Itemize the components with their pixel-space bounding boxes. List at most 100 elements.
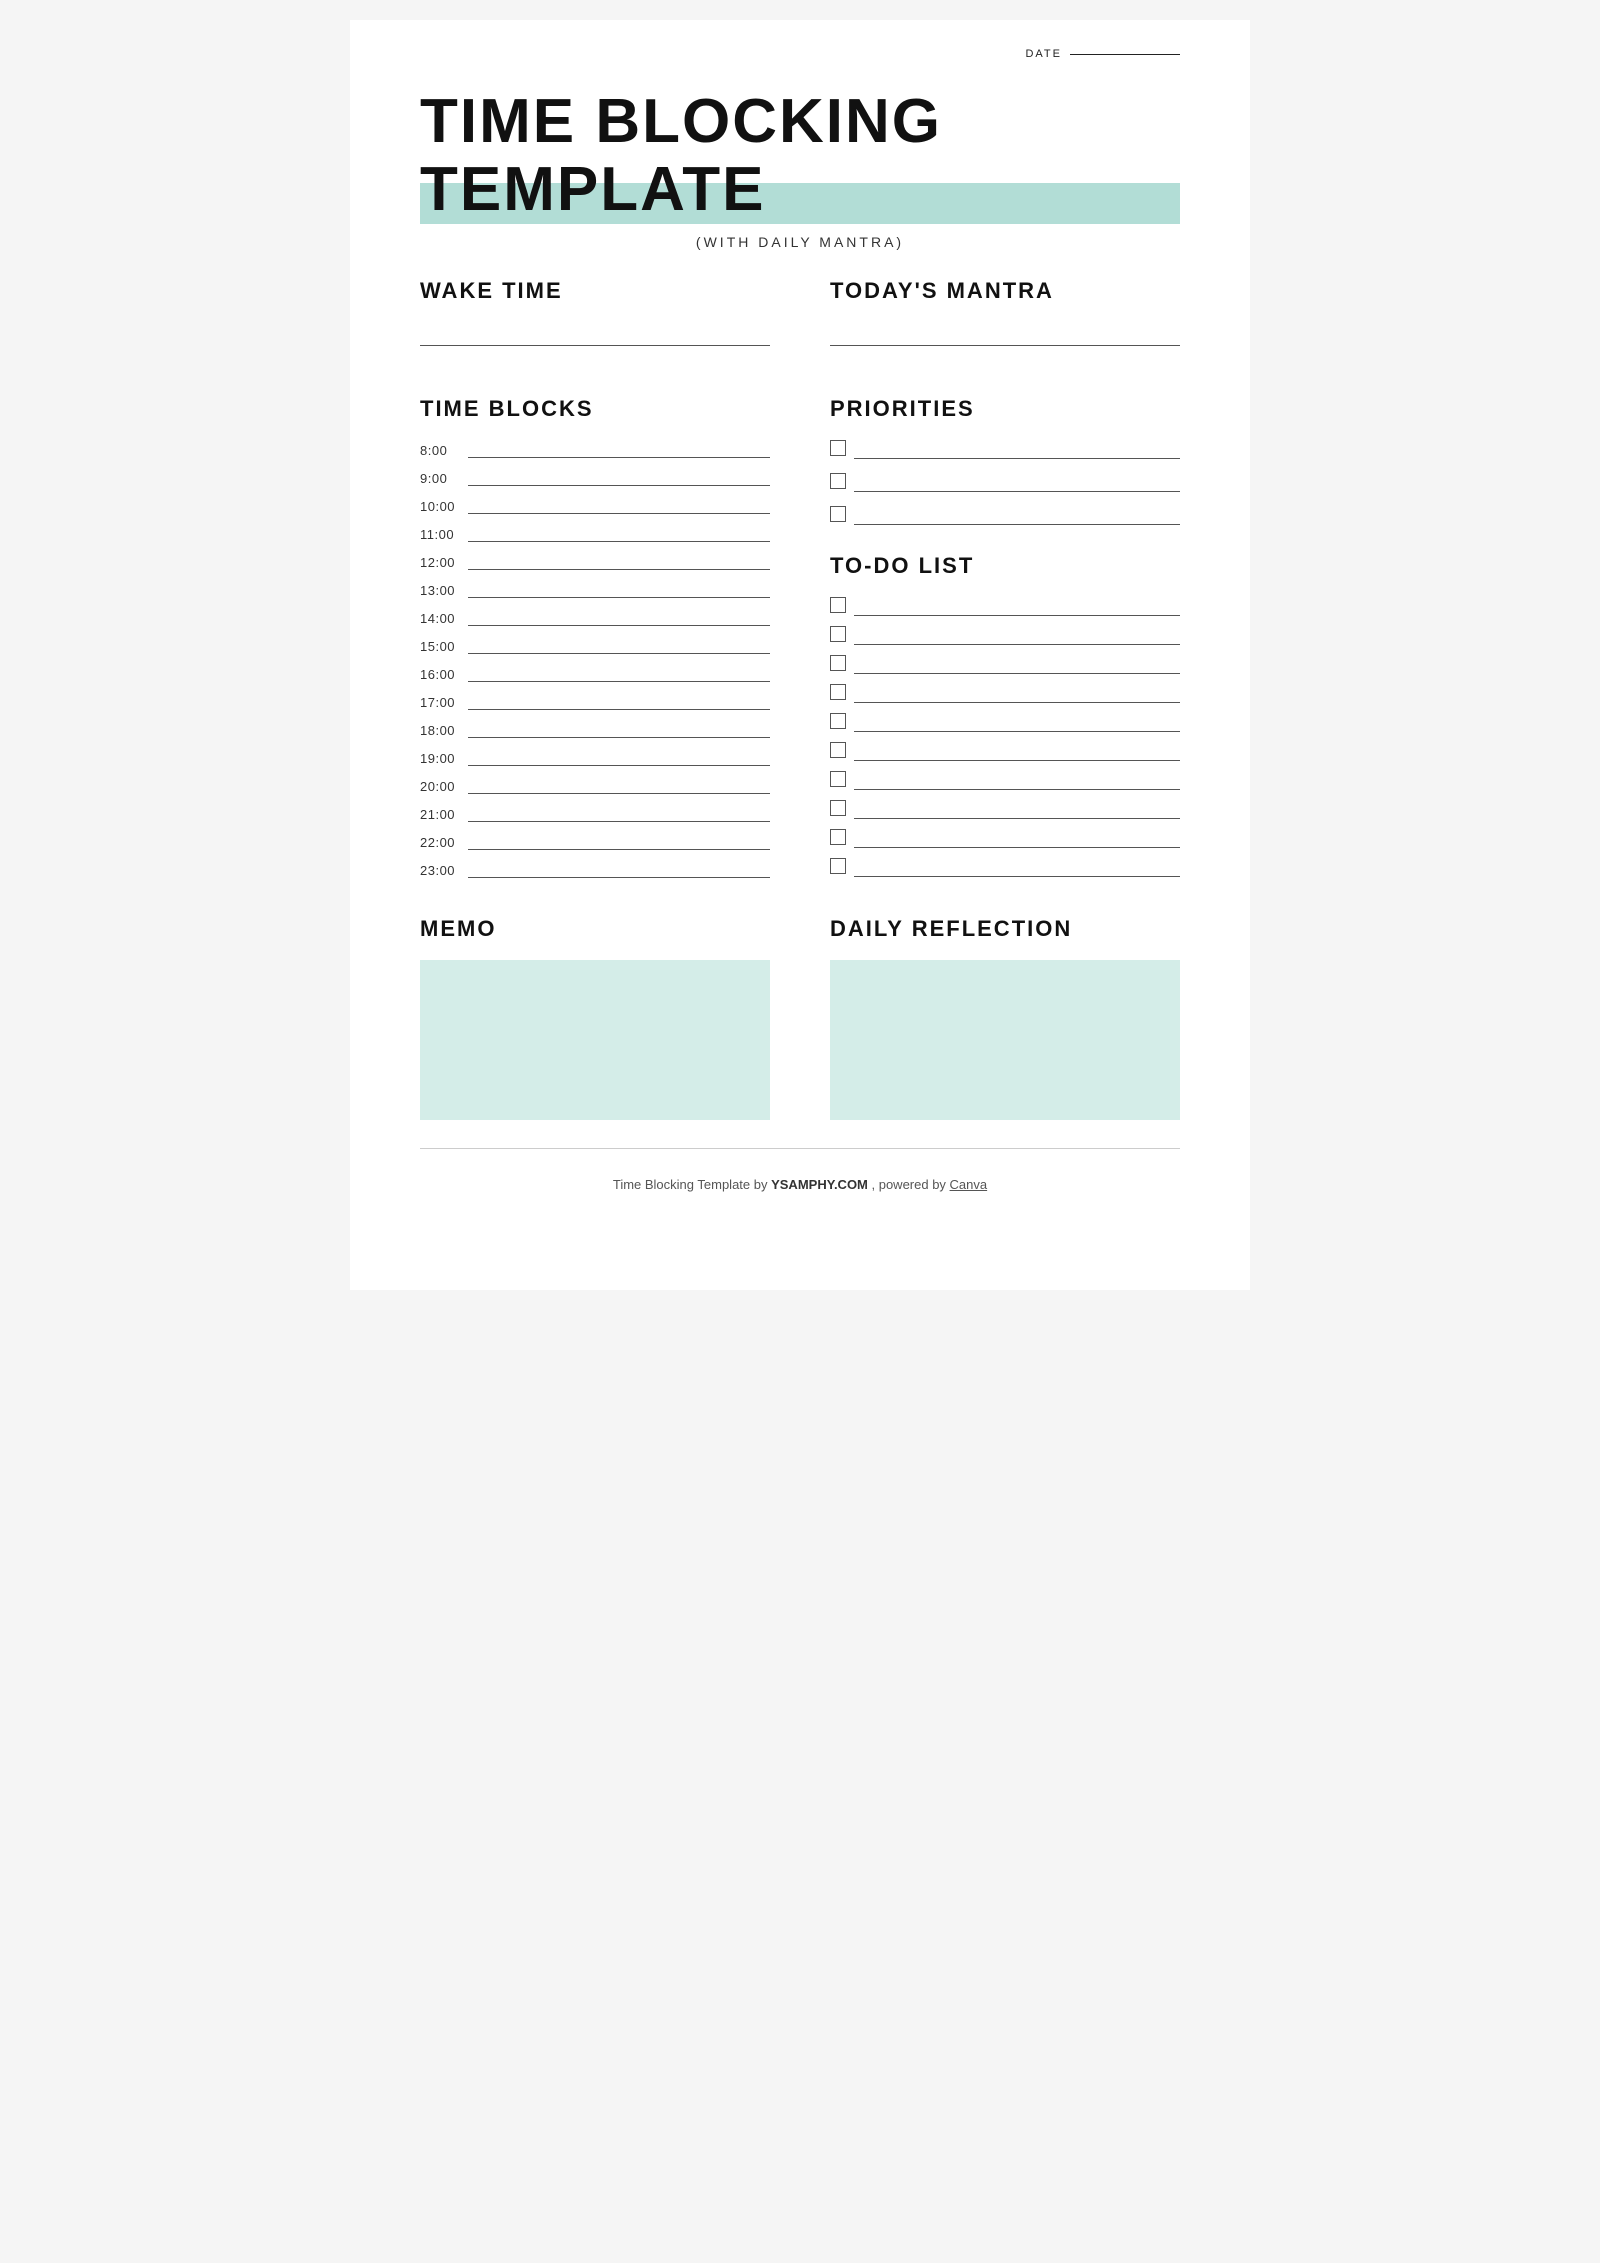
time-blocks-section: TIME BLOCKS 8:00 9:00 10:00 11:00 12:00 … [420,396,770,888]
memo-section: MEMO [420,916,770,1120]
priority-row [830,473,1180,492]
todo-row [830,655,1180,674]
time-line-field[interactable] [468,664,770,682]
todo-checkbox[interactable] [830,742,846,758]
bottom-sections: MEMO DAILY REFLECTION [420,916,1180,1120]
priority-checkbox[interactable] [830,506,846,522]
time-row: 22:00 [420,832,770,850]
page-title: TIME BLOCKING TEMPLATE [420,88,1180,224]
todo-row [830,742,1180,761]
todo-row [830,597,1180,616]
time-line-field[interactable] [468,496,770,514]
date-label: DATE [1025,48,1062,60]
priorities-section: PRIORITIES [830,396,1180,525]
footer-text-before: Time Blocking Template by [613,1177,771,1192]
footer-divider [420,1148,1180,1149]
time-line-field[interactable] [468,524,770,542]
todo-checkbox[interactable] [830,597,846,613]
todo-checkbox[interactable] [830,800,846,816]
todo-row [830,800,1180,819]
date-section: DATE [1025,48,1180,60]
time-label: 12:00 [420,555,460,570]
time-label: 9:00 [420,471,460,486]
todo-line[interactable] [854,772,1180,790]
todo-line[interactable] [854,743,1180,761]
todo-line[interactable] [854,656,1180,674]
time-line-field[interactable] [468,720,770,738]
time-line-field[interactable] [468,636,770,654]
footer: Time Blocking Template by YSAMPHY.COM , … [420,1177,1180,1192]
todo-label: TO-DO LIST [830,553,1180,579]
time-row: 21:00 [420,804,770,822]
time-line-field[interactable] [468,552,770,570]
time-line-field[interactable] [468,580,770,598]
todo-checkbox[interactable] [830,771,846,787]
time-label: 22:00 [420,835,460,850]
time-row: 12:00 [420,552,770,570]
time-line-field[interactable] [468,468,770,486]
todo-row [830,684,1180,703]
time-row: 23:00 [420,860,770,878]
priorities-rows [830,440,1180,525]
time-label: 11:00 [420,527,460,542]
time-row: 18:00 [420,720,770,738]
time-line-field[interactable] [468,440,770,458]
time-line-field[interactable] [468,832,770,850]
main-content-row: TIME BLOCKS 8:00 9:00 10:00 11:00 12:00 … [420,386,1180,888]
todo-line[interactable] [854,598,1180,616]
todo-line[interactable] [854,627,1180,645]
time-line-field[interactable] [468,692,770,710]
footer-text-middle: , powered by [868,1177,950,1192]
todo-checkbox[interactable] [830,713,846,729]
time-row: 10:00 [420,496,770,514]
todo-row [830,829,1180,848]
time-blocks-label: TIME BLOCKS [420,396,770,422]
footer-canva-link[interactable]: Canva [950,1177,988,1192]
todo-rows [830,597,1180,877]
time-row: 9:00 [420,468,770,486]
reflection-box[interactable] [830,960,1180,1120]
time-row: 8:00 [420,440,770,458]
mantra-section: TODAY'S MANTRA [830,278,1180,376]
todo-line[interactable] [854,830,1180,848]
priority-line[interactable] [854,441,1180,459]
date-underline[interactable] [1070,54,1180,55]
time-line-field[interactable] [468,804,770,822]
priority-line[interactable] [854,474,1180,492]
todo-line[interactable] [854,859,1180,877]
memo-box[interactable] [420,960,770,1120]
time-label: 13:00 [420,583,460,598]
mantra-input[interactable] [830,322,1180,346]
time-label: 23:00 [420,863,460,878]
priority-checkbox[interactable] [830,440,846,456]
priorities-label: PRIORITIES [830,396,1180,422]
time-label: 20:00 [420,779,460,794]
todo-checkbox[interactable] [830,858,846,874]
time-label: 14:00 [420,611,460,626]
todo-line[interactable] [854,685,1180,703]
todo-line[interactable] [854,714,1180,732]
reflection-section: DAILY REFLECTION [830,916,1180,1120]
todo-line[interactable] [854,801,1180,819]
todo-checkbox[interactable] [830,684,846,700]
time-row: 19:00 [420,748,770,766]
todo-checkbox[interactable] [830,626,846,642]
time-label: 21:00 [420,807,460,822]
priority-line[interactable] [854,507,1180,525]
time-label: 17:00 [420,695,460,710]
todo-row [830,713,1180,732]
time-line-field[interactable] [468,860,770,878]
right-section: PRIORITIES TO-DO LIST [830,386,1180,888]
time-row: 11:00 [420,524,770,542]
time-line-field[interactable] [468,748,770,766]
priority-checkbox[interactable] [830,473,846,489]
mantra-label: TODAY'S MANTRA [830,278,1180,304]
todo-checkbox[interactable] [830,829,846,845]
todo-checkbox[interactable] [830,655,846,671]
time-row: 20:00 [420,776,770,794]
time-line-field[interactable] [468,776,770,794]
time-line-field[interactable] [468,608,770,626]
time-label: 16:00 [420,667,460,682]
time-label: 19:00 [420,751,460,766]
wake-time-input[interactable] [420,322,770,346]
